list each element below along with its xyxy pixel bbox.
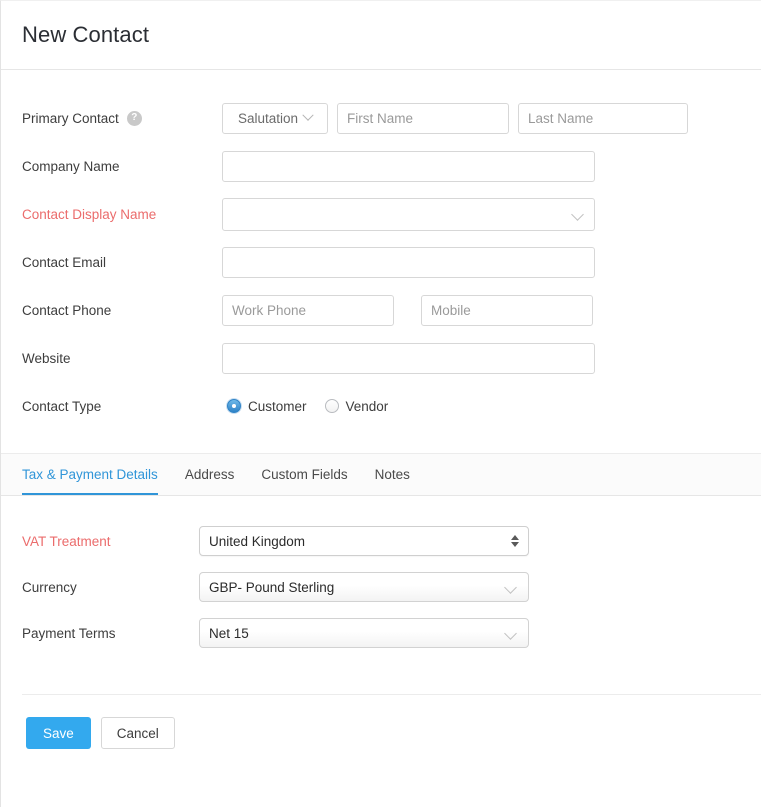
work-phone-input[interactable] [222,295,394,326]
primary-contact-label-text: Primary Contact [22,111,119,126]
vat-treatment-value: United Kingdom [209,534,305,549]
contact-email-input[interactable] [222,247,595,278]
tab-notes[interactable]: Notes [375,454,410,495]
row-payment-terms: Payment Terms Net 15 [1,610,761,656]
radio-vendor-icon[interactable] [325,399,339,413]
tab-custom-fields[interactable]: Custom Fields [261,454,347,495]
website-fields [222,343,595,374]
tab-tax-payment-details[interactable]: Tax & Payment Details [22,454,158,495]
save-button[interactable]: Save [26,717,91,749]
contact-phone-fields [222,295,593,326]
chevron-down-icon [504,627,517,640]
currency-value: GBP- Pound Sterling [209,580,334,595]
last-name-input[interactable] [518,103,688,134]
label-payment-terms: Payment Terms [22,626,199,641]
first-name-input[interactable] [337,103,509,134]
radio-option-vendor[interactable]: Vendor [325,399,389,414]
tab-address[interactable]: Address [185,454,235,495]
payment-terms-select[interactable]: Net 15 [199,618,529,648]
contact-display-name-fields [222,198,595,231]
contact-display-name-select[interactable] [222,198,595,231]
tab-bar: Tax & Payment Details Address Custom Fie… [1,453,761,496]
radio-customer-icon[interactable] [227,399,241,413]
label-contact-email: Contact Email [22,255,222,270]
label-contact-type: Contact Type [22,399,222,414]
cancel-button[interactable]: Cancel [101,717,175,749]
radio-customer-label: Customer [248,399,307,414]
company-name-input[interactable] [222,151,595,182]
chevron-down-icon [302,110,313,121]
primary-contact-fields: Salutation [222,103,688,134]
row-contact-phone: Contact Phone [1,286,761,334]
row-currency: Currency GBP- Pound Sterling [1,564,761,610]
row-contact-display-name: Contact Display Name [1,190,761,238]
row-company-name: Company Name [1,142,761,190]
form-footer: Save Cancel [1,695,761,749]
salutation-select[interactable]: Salutation [222,103,328,134]
contact-type-radio-group: Customer Vendor [222,399,388,414]
label-contact-phone: Contact Phone [22,303,222,318]
label-currency: Currency [22,580,199,595]
chevron-down-icon [504,581,517,594]
row-contact-type: Contact Type Customer Vendor [1,382,761,430]
label-primary-contact: Primary Contact ? [22,111,222,126]
primary-details-form: Primary Contact ? Salutation Company Nam… [1,70,761,430]
label-company-name: Company Name [22,159,222,174]
currency-select[interactable]: GBP- Pound Sterling [199,572,529,602]
page-header: New Contact [1,1,761,70]
radio-vendor-label: Vendor [346,399,389,414]
company-name-fields [222,151,595,182]
stepper-updown-icon [511,535,519,547]
contact-email-fields [222,247,595,278]
chevron-down-icon [571,208,584,221]
label-vat-treatment: VAT Treatment [22,534,199,549]
payment-terms-value: Net 15 [209,626,249,641]
tax-payment-details-panel: VAT Treatment United Kingdom Currency GB… [1,496,761,656]
vat-treatment-select[interactable]: United Kingdom [199,526,529,556]
new-contact-page: New Contact Primary Contact ? Salutation… [0,0,761,807]
salutation-value: Salutation [238,111,298,126]
help-circle-icon[interactable]: ? [127,111,142,126]
row-vat-treatment: VAT Treatment United Kingdom [1,518,761,564]
page-title: New Contact [22,22,149,48]
row-primary-contact: Primary Contact ? Salutation [1,94,761,142]
row-website: Website [1,334,761,382]
website-input[interactable] [222,343,595,374]
radio-option-customer[interactable]: Customer [227,399,307,414]
label-contact-display-name: Contact Display Name [22,207,222,222]
mobile-input[interactable] [421,295,593,326]
label-website: Website [22,351,222,366]
row-contact-email: Contact Email [1,238,761,286]
